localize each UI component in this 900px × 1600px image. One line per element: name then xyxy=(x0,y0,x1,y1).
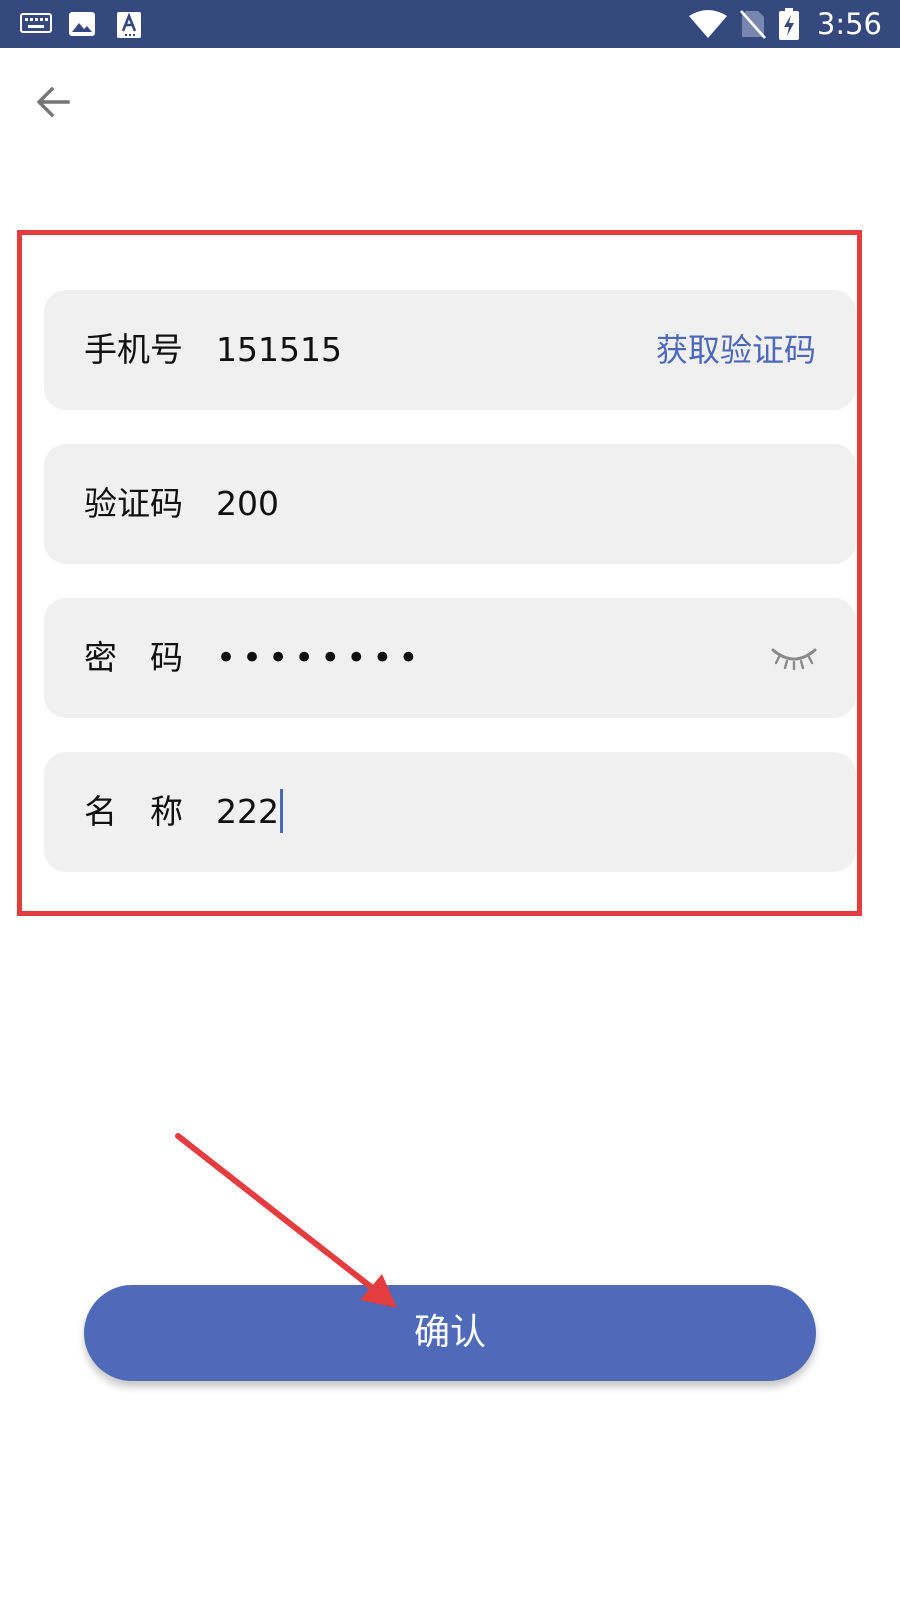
image-icon xyxy=(69,12,95,36)
phone-input[interactable]: 151515 xyxy=(216,290,342,410)
name-input[interactable]: 222 xyxy=(216,792,279,831)
confirm-button[interactable]: 确认 xyxy=(84,1285,816,1381)
keyboard-icon xyxy=(20,13,52,33)
status-bar: 3:56 xyxy=(0,0,900,48)
verification-code-input[interactable]: 200 xyxy=(216,444,279,564)
phone-field[interactable]: 手机号 151515 获取验证码 xyxy=(44,290,856,410)
text-a-icon xyxy=(117,12,141,38)
get-verification-code-button[interactable]: 获取验证码 xyxy=(656,290,816,410)
text-caret xyxy=(280,788,283,833)
status-time: 3:56 xyxy=(816,7,882,41)
name-label: 名 称 xyxy=(84,792,183,831)
battery-charging-icon xyxy=(779,8,799,40)
name-field[interactable]: 名 称 222 xyxy=(44,752,856,872)
password-input[interactable]: •••••••• xyxy=(216,598,424,718)
no-sim-icon xyxy=(740,10,766,39)
wifi-icon xyxy=(689,10,727,38)
phone-label: 手机号 xyxy=(84,330,183,369)
verification-code-label: 验证码 xyxy=(84,484,183,523)
eye-closed-icon[interactable] xyxy=(770,642,818,672)
back-button[interactable] xyxy=(30,80,80,124)
verification-code-field[interactable]: 验证码 200 xyxy=(44,444,856,564)
password-label: 密 码 xyxy=(84,638,183,677)
password-field[interactable]: 密 码 •••••••• xyxy=(44,598,856,718)
arrow-left-icon xyxy=(36,86,70,118)
name-input-wrap[interactable]: 222 xyxy=(216,752,283,872)
